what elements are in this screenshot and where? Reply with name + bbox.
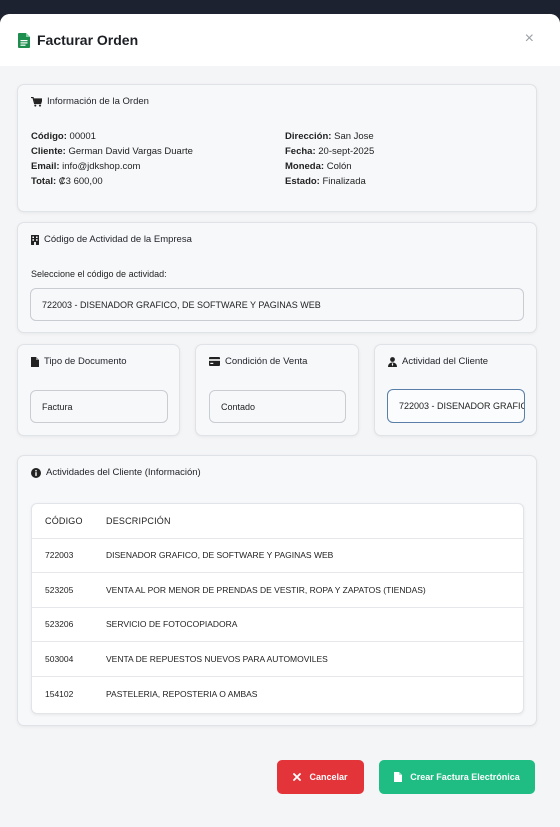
building-icon	[31, 234, 39, 245]
order-info-title-text: Información de la Orden	[47, 96, 149, 107]
sale-condition-title-text: Condición de Venta	[225, 356, 308, 367]
create-invoice-label: Crear Factura Electrónica	[410, 772, 520, 782]
doc-type-value: Factura	[42, 401, 73, 412]
client-activity-title: Actividad del Cliente	[388, 356, 488, 367]
row-description: VENTA AL POR MENOR DE PRENDAS DE VESTIR,…	[106, 584, 426, 595]
client-activities-table: CÓDIGO DESCRIPCIÓN 722003 DISENADOR GRAF…	[31, 503, 524, 714]
company-activity-label: Seleccione el código de actividad:	[31, 269, 167, 279]
order-info-title: Información de la Orden	[31, 96, 149, 107]
cancel-label: Cancelar	[309, 772, 348, 782]
table-row: 503004 VENTA DE REPUESTOS NUEVOS PARA AU…	[32, 642, 523, 677]
client-activity-title-text: Actividad del Cliente	[402, 356, 489, 367]
close-icon[interactable]: ×	[525, 31, 534, 47]
row-code: 154102	[45, 688, 74, 699]
sale-condition-card: Condición de Venta Contado	[195, 344, 359, 436]
order-client: Cliente: German David Vargas Duarte	[31, 146, 193, 157]
sale-condition-title: Condición de Venta	[209, 356, 307, 367]
order-info-grid: Código: 00001 Dirección: San Jose Client…	[31, 130, 531, 188]
user-tie-icon	[388, 356, 397, 367]
doc-type-card: Tipo de Documento Factura	[17, 344, 180, 436]
row-code: 503004	[45, 653, 74, 664]
company-activity-title-text: Código de Actividad de la Empresa	[44, 234, 192, 245]
modal-title: Facturar Orden	[37, 32, 139, 48]
close-x-icon	[293, 773, 302, 781]
cancel-button[interactable]: Cancelar	[277, 760, 364, 794]
modal-header: Facturar Orden ×	[0, 14, 560, 66]
header-code: CÓDIGO	[45, 515, 83, 526]
file-icon	[31, 356, 39, 367]
order-address: Dirección: San Jose	[285, 131, 374, 142]
table-row: 523206 SERVICIO DE FOTOCOPIADORA	[32, 608, 523, 642]
company-activity-value: 722003 - DISENADOR GRAFICO, DE SOFTWARE …	[42, 299, 321, 310]
info-circle-icon	[31, 467, 41, 478]
table-row: 523205 VENTA AL POR MENOR DE PRENDAS DE …	[32, 573, 523, 608]
client-activity-select[interactable]: 722003 - DISENADOR GRAFICO, DE SOFTWARE …	[387, 389, 525, 423]
row-description: SERVICIO DE FOTOCOPIADORA	[106, 619, 238, 630]
order-status: Estado: Finalizada	[285, 176, 366, 187]
sale-condition-select[interactable]: Contado	[209, 390, 346, 423]
table-row: 722003 DISENADOR GRAFICO, DE SOFTWARE Y …	[32, 539, 523, 573]
row-code: 523205	[45, 584, 74, 595]
client-activity-value: 722003 - DISENADOR GRAFICO, DE SOFTWARE …	[399, 401, 524, 411]
row-code: 722003	[45, 550, 74, 561]
invoice-modal: Facturar Orden × Información de la Orden…	[0, 14, 560, 827]
client-activity-card: Actividad del Cliente 722003 - DISENADOR…	[374, 344, 537, 436]
cart-icon	[31, 96, 42, 107]
row-description: PASTELERIA, REPOSTERIA O AMBAS	[106, 688, 258, 699]
order-email: Email: info@jdkshop.com	[31, 161, 141, 172]
doc-type-select[interactable]: Factura	[30, 390, 168, 423]
order-code: Código: 00001	[31, 131, 96, 142]
header-description: DESCRIPCIÓN	[106, 515, 171, 526]
table-row: 154102 PASTELERIA, REPOSTERIA O AMBAS	[32, 677, 523, 712]
client-activities-title: Actividades del Cliente (Información)	[31, 467, 201, 478]
row-description: VENTA DE REPUESTOS NUEVOS PARA AUTOMOVIL…	[106, 653, 328, 664]
invoice-doc-icon	[18, 32, 30, 48]
create-invoice-button[interactable]: Crear Factura Electrónica	[379, 760, 535, 794]
sale-condition-value: Contado	[221, 401, 256, 412]
order-total: Total: ₡3 600,00	[31, 176, 103, 187]
order-currency: Moneda: Colón	[285, 161, 352, 172]
file-icon	[394, 772, 403, 782]
credit-card-icon	[209, 357, 220, 366]
order-date: Fecha: 20-sept-2025	[285, 146, 375, 157]
doc-type-title: Tipo de Documento	[31, 356, 127, 367]
company-activity-select[interactable]: 722003 - DISENADOR GRAFICO, DE SOFTWARE …	[30, 288, 524, 321]
client-activities-card: Actividades del Cliente (Información) CÓ…	[17, 455, 537, 726]
row-code: 523206	[45, 619, 74, 630]
doc-type-title-text: Tipo de Documento	[44, 356, 127, 367]
row-description: DISENADOR GRAFICO, DE SOFTWARE Y PAGINAS…	[106, 550, 334, 561]
company-activity-card: Código de Actividad de la Empresa Selecc…	[17, 222, 537, 333]
order-info-card: Información de la Orden Código: 00001 Di…	[17, 84, 537, 212]
client-activities-title-text: Actividades del Cliente (Información)	[46, 467, 201, 478]
company-activity-title: Código de Actividad de la Empresa	[31, 234, 192, 245]
table-header: CÓDIGO DESCRIPCIÓN	[32, 504, 523, 539]
page-backdrop	[0, 0, 560, 14]
